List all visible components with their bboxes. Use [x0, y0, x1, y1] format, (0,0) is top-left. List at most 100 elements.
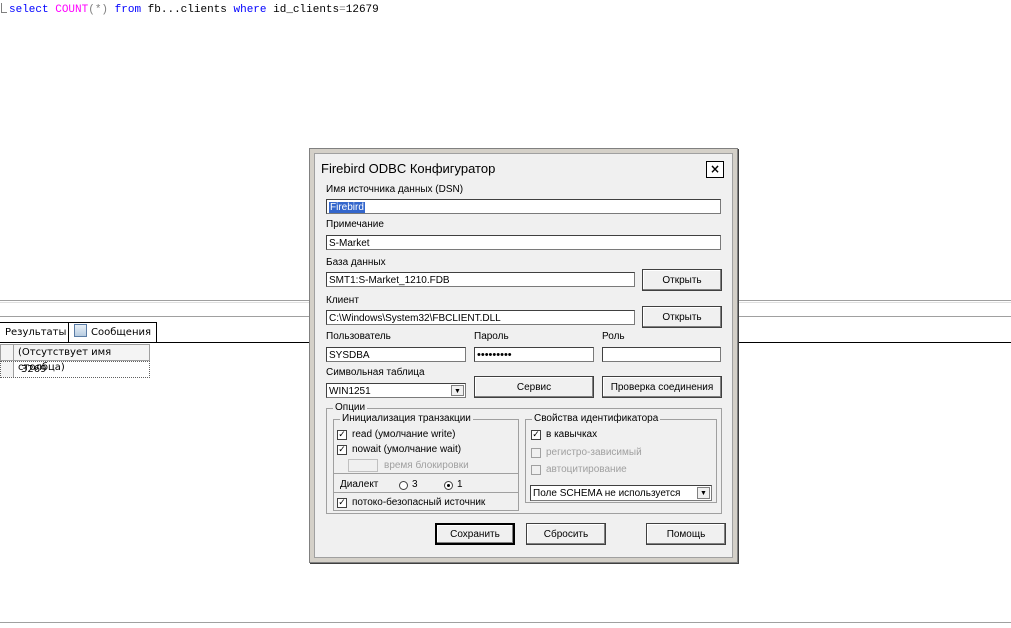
tab-results-label: Результаты: [5, 327, 67, 338]
chevron-down-icon: ▼: [451, 385, 464, 396]
lock-timeout-field: [348, 459, 378, 472]
database-field[interactable]: SMT1:S-Market_1210.FDB: [326, 272, 635, 287]
options-group: Опции Инициализация транзакции ✓ read (у…: [326, 402, 722, 514]
dialect-label: Диалект: [340, 479, 379, 490]
password-label: Пароль: [474, 331, 509, 342]
help-button[interactable]: Помощь: [646, 523, 726, 545]
open-client-button[interactable]: Открыть: [642, 306, 722, 328]
tx-divider: [334, 473, 518, 474]
note-field[interactable]: S-Market: [326, 235, 721, 250]
client-label: Клиент: [326, 295, 359, 306]
note-label: Примечание: [326, 219, 384, 230]
threadsafe-label: потоко-безопасный источник: [352, 497, 486, 508]
dialog-body: Firebird ODBC Конфигуратор × Имя источни…: [314, 153, 733, 558]
test-connection-label: Проверка соединения: [610, 382, 714, 393]
sql-text: select COUNT(*) from fb...clients where …: [9, 2, 379, 18]
reset-button[interactable]: Сбросить: [526, 523, 606, 545]
service-label: Сервис: [516, 382, 552, 393]
close-icon: ×: [709, 162, 721, 176]
save-label: Сохранить: [450, 529, 500, 540]
threadsafe-checkbox[interactable]: ✓: [337, 498, 347, 508]
nowait-checkbox[interactable]: ✓: [337, 445, 347, 455]
user-field[interactable]: SYSDBA: [326, 347, 466, 362]
sql-keyword-from: from: [114, 4, 142, 16]
test-connection-button[interactable]: Проверка соединения: [602, 376, 722, 398]
sql-args: (*): [88, 4, 109, 16]
messages-icon: [74, 324, 87, 337]
database-value: SMT1:S-Market_1210.FDB: [329, 275, 450, 286]
dialect-3-radio[interactable]: [399, 481, 408, 490]
autoquote-checkbox: [531, 465, 541, 475]
sql-table-name: fb...clients: [147, 4, 227, 16]
outline-marker: [1, 3, 7, 13]
dsn-value: Firebird: [329, 202, 365, 213]
status-divider: [0, 622, 1011, 623]
lock-timeout-label: время блокировки: [384, 460, 469, 471]
row-selector[interactable]: [1, 362, 14, 377]
open-database-label: Открыть: [662, 275, 702, 286]
service-button[interactable]: Сервис: [474, 376, 594, 398]
grid-cell-value[interactable]: 3269: [21, 362, 46, 377]
identifier-title: Свойства идентификатора: [532, 413, 661, 424]
sql-keyword-select: select: [9, 4, 49, 16]
reset-label: Сбросить: [543, 529, 589, 540]
grid-column-header[interactable]: (Отсутствует имя столбца): [18, 345, 149, 373]
open-client-label: Открыть: [662, 312, 702, 323]
user-value: SYSDBA: [329, 350, 370, 361]
options-title: Опции: [333, 402, 368, 413]
dialect-1-label: 1: [457, 479, 463, 490]
role-field[interactable]: [602, 347, 721, 362]
chevron-down-icon: ▼: [697, 487, 710, 499]
role-label: Роль: [602, 331, 625, 342]
close-button[interactable]: ×: [706, 161, 724, 178]
dsn-label: Имя источника данных (DSN): [326, 184, 464, 195]
sql-keyword-where: where: [233, 4, 267, 16]
case-sensitive-checkbox: [531, 448, 541, 458]
splitter-top-right: [736, 300, 1011, 301]
dsn-field[interactable]: Firebird: [326, 199, 721, 214]
tx-divider-2: [334, 492, 518, 493]
help-label: Помощь: [666, 529, 706, 540]
tab-results[interactable]: Результаты: [0, 322, 73, 342]
quoted-label: в кавычках: [546, 429, 598, 440]
transaction-title: Инициализация транзакции: [340, 413, 473, 424]
table-row[interactable]: 3269: [0, 361, 150, 378]
grid-header-row: (Отсутствует имя столбца): [0, 344, 150, 373]
charset-value: WIN1251: [329, 386, 371, 397]
firebird-odbc-dialog: Firebird ODBC Конфигуратор × Имя источни…: [309, 148, 738, 563]
dialect-1-radio[interactable]: [444, 481, 453, 490]
client-value: C:\Windows\System32\FBCLIENT.DLL: [329, 313, 501, 324]
password-value: •••••••••: [477, 349, 512, 361]
user-label: Пользователь: [326, 331, 391, 342]
schema-select[interactable]: Поле SCHEMA не используется ▼: [530, 485, 712, 501]
sql-value: 12679: [345, 4, 379, 16]
open-database-button[interactable]: Открыть: [642, 269, 722, 291]
save-button[interactable]: Сохранить: [435, 523, 515, 545]
quoted-checkbox[interactable]: ✓: [531, 430, 541, 440]
note-value: S-Market: [329, 238, 370, 249]
identifier-group: Свойства идентификатора ✓ в кавычках рег…: [525, 413, 717, 503]
charset-select[interactable]: WIN1251 ▼: [326, 383, 466, 398]
schema-value: Поле SCHEMA не используется: [533, 488, 681, 499]
tab-messages-label: Сообщения: [91, 327, 152, 338]
splitter-top: [0, 300, 310, 301]
sql-query-line[interactable]: select COUNT(*) from fb...clients where …: [0, 2, 379, 20]
transaction-group: Инициализация транзакции ✓ read (умолчан…: [333, 413, 519, 511]
autoquote-label: автоцитирование: [546, 464, 627, 475]
database-label: База данных: [326, 257, 386, 268]
case-sensitive-label: регистро-зависимый: [546, 447, 642, 458]
dialog-title: Firebird ODBC Конфигуратор: [321, 161, 496, 176]
charset-label: Символьная таблица: [326, 367, 425, 378]
dialect-3-label: 3: [412, 479, 418, 490]
splitter-bottom-right: [736, 302, 1011, 303]
sql-column-name: id_clients: [273, 4, 340, 16]
password-field[interactable]: •••••••••: [474, 347, 594, 362]
nowait-label: nowait (умолчание wait): [352, 444, 462, 455]
sql-function-count: COUNT: [55, 4, 89, 16]
grid-corner: [1, 345, 14, 360]
sql-operator: =: [339, 4, 346, 16]
read-checkbox[interactable]: ✓: [337, 430, 347, 440]
read-label: read (умолчание write): [352, 429, 456, 440]
tab-messages[interactable]: Сообщения: [68, 322, 158, 342]
client-field[interactable]: C:\Windows\System32\FBCLIENT.DLL: [326, 310, 635, 325]
